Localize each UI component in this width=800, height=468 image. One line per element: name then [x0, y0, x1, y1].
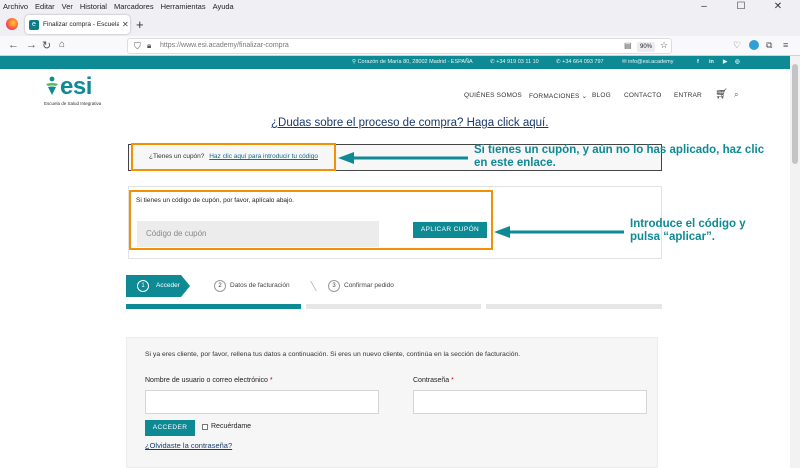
menu-archivo[interactable]: Archivo — [3, 2, 28, 11]
step-label: Acceder — [156, 282, 180, 289]
address-text: ⚲ Corazón de María 80, 28002 Madrid - ES… — [352, 59, 473, 65]
login-button[interactable]: ACCEDER — [145, 420, 195, 436]
url-bar[interactable]: ⛉ 🔒︎ https://www.esi.academy/finalizar-c… — [127, 38, 672, 54]
bookmark-star-icon[interactable]: ☆ — [660, 40, 668, 51]
site-header: esi Escuela de Salud Integrativa QUIÉNES… — [0, 69, 790, 119]
username-input[interactable] — [145, 390, 379, 414]
step-label-facturacion[interactable]: Datos de facturación — [230, 282, 290, 289]
instagram-icon[interactable]: ◎ — [735, 59, 740, 65]
facebook-icon[interactable]: f — [697, 59, 699, 65]
nav-contacto[interactable]: CONTACTO — [624, 92, 661, 99]
shield-icon[interactable]: ⛉ — [134, 41, 141, 52]
forgot-password-link[interactable]: ¿Olvidaste la contraseña? — [145, 441, 232, 450]
logo-subtitle: Escuela de Salud Integrativa — [44, 101, 102, 106]
remember-label: Recuérdame — [211, 423, 252, 430]
step-number[interactable]: 2 — [214, 280, 226, 292]
nav-entrar[interactable]: ENTRAR — [674, 92, 702, 99]
required-mark: * — [451, 377, 454, 384]
step-number: 1 — [137, 280, 149, 292]
home-icon[interactable]: ⌂ — [59, 39, 65, 50]
app-menu-icon[interactable]: ≡ — [783, 40, 788, 50]
new-tab-icon[interactable]: + — [136, 17, 144, 32]
browser-menubar: Archivo Editar Ver Historial Marcadores … — [0, 0, 800, 12]
highlight-coupon-link — [131, 143, 336, 171]
extension-icon[interactable] — [749, 40, 759, 50]
search-icon[interactable]: ⌕ — [734, 90, 738, 100]
navigation-bar: ← → ↻ ⌂ ⛉ 🔒︎ https://www.esi.academy/fin… — [0, 36, 800, 56]
phone1-text[interactable]: ✆ +34 919 03 11 10 — [490, 59, 539, 65]
menu-historial[interactable]: Historial — [80, 2, 107, 11]
tab-finalizar-compra[interactable]: e Finalizar compra - Escuela Salud ✕ — [25, 15, 130, 34]
contact-topbar: ⚲ Corazón de María 80, 28002 Madrid - ES… — [0, 56, 790, 69]
progress-segment — [486, 304, 662, 309]
website: ⚲ Corazón de María 80, 28002 Madrid - ES… — [0, 56, 790, 468]
password-label: Contraseña * — [413, 377, 454, 384]
back-icon[interactable]: ← — [8, 39, 19, 51]
step-acceder[interactable]: 1 Acceder — [126, 275, 190, 297]
menu-ayuda[interactable]: Ayuda — [213, 2, 234, 11]
reload-icon[interactable]: ↻ — [42, 39, 51, 52]
scrollbar-thumb[interactable] — [792, 64, 798, 164]
username-label: Nombre de usuario o correo electrónico * — [145, 377, 273, 384]
extensions-puzzle-icon[interactable]: ⧉ — [766, 40, 772, 51]
cart-icon[interactable]: 🛒︎ — [715, 89, 728, 100]
purchase-help-link[interactable]: ¿Dudas sobre el proceso de compra? Haga … — [271, 117, 548, 129]
linkedin-icon[interactable]: in — [709, 59, 714, 65]
menu-ver[interactable]: Ver — [62, 2, 73, 11]
remember-me[interactable]: Recuérdame — [202, 423, 251, 430]
progress-segment — [306, 304, 481, 309]
nav-quienes-somos[interactable]: QUIÉNES SOMOS — [464, 92, 522, 99]
remember-checkbox[interactable] — [202, 423, 208, 430]
tab-title: Finalizar compra - Escuela Salud — [43, 21, 119, 28]
nav-blog[interactable]: BLOG — [592, 92, 611, 99]
login-form: Si ya eres cliente, por favor, rellena t… — [126, 337, 658, 468]
url-text[interactable]: https://www.esi.academy/finalizar-compra — [160, 42, 289, 49]
progress-segment-active — [126, 304, 301, 309]
nav-formaciones[interactable]: FORMACIONES ⌄ — [529, 92, 587, 100]
menu-herramientas[interactable]: Herramientas — [161, 2, 206, 11]
close-tab-icon[interactable]: ✕ — [122, 20, 129, 29]
menu-marcadores[interactable]: Marcadores — [114, 2, 154, 11]
checkout-steps: 1 Acceder 2 Datos de facturación 3 Confi… — [126, 275, 662, 297]
logo-wordmark[interactable]: esi — [60, 73, 92, 101]
youtube-icon[interactable]: ▶ — [723, 59, 727, 65]
reader-view-icon[interactable]: ▤ — [624, 41, 632, 50]
email-text[interactable]: ✉ info@esi.academy — [622, 59, 673, 65]
login-intro: Si ya eres cliente, por favor, rellena t… — [145, 351, 521, 358]
lock-icon[interactable]: 🔒︎ — [147, 41, 151, 51]
annotation-coupon-link: Si tienes un cupón, y aún no lo has apli… — [474, 144, 765, 169]
step-label-confirmar[interactable]: Confirmar pedido — [344, 282, 394, 289]
page-scrollbar[interactable] — [790, 56, 800, 468]
firefox-logo-icon[interactable] — [6, 18, 18, 30]
password-input[interactable] — [413, 390, 647, 414]
phone2-text[interactable]: ✆ +34 664 093 797 — [556, 59, 604, 65]
menu-editar[interactable]: Editar — [35, 2, 55, 11]
pocket-icon[interactable]: ♡ — [733, 40, 741, 51]
step-number[interactable]: 3 — [328, 280, 340, 292]
step-separator — [305, 281, 317, 291]
annotation-apply-code: Introduce el código y pulsa “aplicar”. — [630, 218, 746, 243]
zoom-level[interactable]: 90% — [637, 42, 655, 52]
forward-icon[interactable]: → — [26, 39, 37, 51]
esi-logo-icon[interactable] — [44, 76, 60, 96]
highlight-coupon-form — [129, 190, 493, 250]
required-mark: * — [269, 377, 273, 384]
checkout-progress-bar — [126, 304, 662, 309]
tab-bar: e Finalizar compra - Escuela Salud ✕ + — [0, 12, 800, 36]
site-favicon-icon: e — [29, 19, 39, 30]
